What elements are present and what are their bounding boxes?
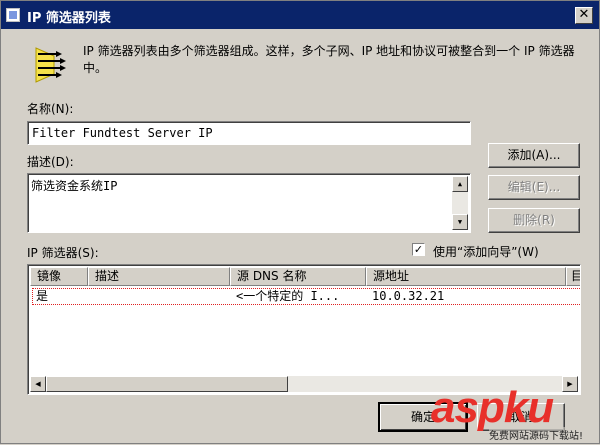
name-label: 名称(N): bbox=[27, 102, 74, 116]
scroll-up-icon[interactable]: ▲ bbox=[452, 176, 468, 192]
watermark-subtitle: 免费网站源码下载站! bbox=[489, 427, 584, 442]
column-header-destination[interactable]: 目 bbox=[566, 267, 580, 286]
add-button[interactable]: 添加(A)... bbox=[488, 143, 580, 168]
cell-source-dns: <一个特定的 I... bbox=[236, 289, 340, 303]
filter-list-icon bbox=[35, 47, 66, 83]
description-textarea[interactable]: 筛选资金系统IP ▲ ▼ bbox=[27, 173, 471, 233]
column-header-mirror[interactable]: 镜像 bbox=[30, 267, 88, 286]
filters-list[interactable]: 镜像 描述 源 DNS 名称 源地址 目 是 <一个特定的 I... 10.0.… bbox=[27, 264, 581, 395]
column-header-description[interactable]: 描述 bbox=[88, 267, 230, 286]
cell-mirror: 是 bbox=[36, 289, 49, 303]
cell-source-address: 10.0.32.21 bbox=[372, 289, 445, 303]
intro-text: IP 筛选器列表由多个筛选器组成。这样，多个子网、IP 地址和协议可被整合到一个… bbox=[83, 44, 575, 75]
window-title: IP 筛选器列表 bbox=[27, 11, 111, 26]
scroll-down-icon[interactable]: ▼ bbox=[452, 214, 468, 230]
column-header-source-address[interactable]: 源地址 bbox=[366, 267, 566, 286]
description-text: 筛选资金系统IP bbox=[31, 179, 118, 193]
edit-button[interactable]: 编辑(E)... bbox=[488, 175, 580, 200]
close-button[interactable]: ✕ bbox=[575, 7, 593, 24]
column-header-source-dns[interactable]: 源 DNS 名称 bbox=[230, 267, 366, 286]
title-bar[interactable]: IP 筛选器列表 ✕ bbox=[1, 1, 599, 29]
scrollbar-thumb[interactable] bbox=[46, 376, 288, 392]
dialog-window: IP 筛选器列表 ✕ IP 筛选器列表由多个筛选器组成。这样，多个子网、IP 地… bbox=[0, 0, 600, 444]
wizard-checkbox[interactable]: ✓ bbox=[412, 243, 425, 256]
filters-label: IP 筛选器(S): bbox=[27, 246, 99, 260]
name-input[interactable]: Filter Fundtest Server IP bbox=[27, 121, 471, 145]
description-scrollbar[interactable]: ▲ ▼ bbox=[452, 176, 468, 230]
window-icon bbox=[6, 8, 20, 22]
watermark-logo: aspku bbox=[431, 383, 554, 432]
delete-button[interactable]: 删除(R) bbox=[488, 208, 580, 233]
description-label: 描述(D): bbox=[27, 155, 74, 169]
scroll-left-icon[interactable]: ◀ bbox=[30, 376, 46, 392]
watermark: aspku 免费网站源码下载站! bbox=[431, 383, 600, 445]
wizard-label[interactable]: 使用“添加向导”(W) bbox=[433, 243, 539, 260]
